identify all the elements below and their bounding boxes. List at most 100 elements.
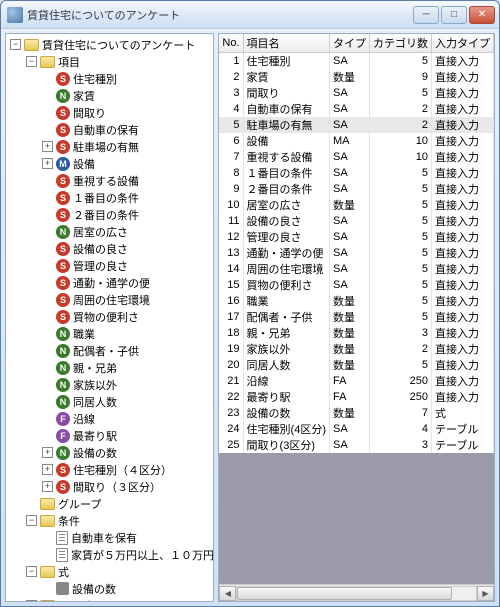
item-13[interactable]: S周囲の住宅環境 [40, 291, 213, 308]
table-row[interactable]: 19家族以外数量2直接入力 [219, 341, 493, 357]
table-cell[interactable]: 8 [219, 165, 243, 181]
item-13-label[interactable]: 周囲の住宅環境 [73, 292, 150, 308]
titlebar[interactable]: 賃貸住宅についてのアンケート ─ □ ✕ [1, 1, 499, 29]
table-cell[interactable]: 22 [219, 389, 243, 405]
group-expr[interactable]: −式 [24, 563, 213, 580]
item-15-label[interactable]: 職業 [73, 326, 95, 342]
cond-item-0[interactable]: 自動車を保有 [40, 529, 213, 546]
close-button[interactable]: ✕ [469, 6, 495, 24]
table-cell[interactable]: 3 [370, 437, 432, 453]
table-cell[interactable]: 5 [370, 261, 432, 277]
table-cell[interactable]: 配偶者・子供 [243, 309, 329, 325]
scroll-thumb[interactable] [237, 587, 452, 600]
item-22-label[interactable]: 設備の数 [73, 445, 117, 461]
table-cell[interactable]: 数量 [330, 341, 370, 357]
table-cell[interactable]: 5 [219, 117, 243, 133]
item-3-label[interactable]: 自動車の保有 [73, 122, 139, 138]
table-cell[interactable]: SA [330, 117, 370, 133]
item-6-label[interactable]: 重視する設備 [73, 173, 139, 189]
toggle-icon[interactable]: − [26, 56, 37, 67]
group-items[interactable]: −項目 [24, 53, 213, 70]
item-20-label[interactable]: 沿線 [73, 411, 95, 427]
table-row[interactable]: 4自動車の保有SA2直接入力 [219, 101, 493, 117]
item-8-label[interactable]: ２番目の条件 [73, 207, 139, 223]
group-table[interactable]: −テーブル [24, 597, 213, 602]
minimize-button[interactable]: ─ [413, 6, 439, 24]
table-row[interactable]: 2家賃数量9直接入力 [219, 69, 493, 85]
table-row[interactable]: 18親・兄弟数量3直接入力 [219, 325, 493, 341]
table-cell[interactable]: 2 [370, 341, 432, 357]
table-cell[interactable]: 7 [219, 149, 243, 165]
table-cell[interactable]: 3 [219, 85, 243, 101]
table-cell[interactable]: 5 [370, 277, 432, 293]
item-1-label[interactable]: 家賃 [73, 88, 95, 104]
table-cell[interactable]: SA [330, 229, 370, 245]
table-cell[interactable]: 直接入力 [432, 373, 494, 389]
col-input[interactable]: 入力タイプ [432, 34, 494, 53]
col-type[interactable]: タイプ [330, 34, 370, 53]
table-row[interactable]: 6設備MA10直接入力 [219, 133, 493, 149]
table-cell[interactable]: 直接入力 [432, 325, 494, 341]
table-row[interactable]: 5駐車場の有無SA2直接入力 [219, 117, 493, 133]
item-24[interactable]: +S間取り（３区分） [40, 478, 213, 495]
group-table-label[interactable]: テーブル [58, 598, 101, 603]
table-cell[interactable]: 2 [219, 69, 243, 85]
table-cell[interactable]: 設備の数 [243, 405, 329, 421]
toggle-icon[interactable]: − [10, 39, 21, 50]
toggle-icon[interactable]: − [26, 566, 37, 577]
table-row[interactable]: 13通勤・通学の便SA5直接入力 [219, 245, 493, 261]
table-cell[interactable]: 親・兄弟 [243, 325, 329, 341]
table-cell[interactable]: 直接入力 [432, 309, 494, 325]
table-cell[interactable]: 住宅種別(4区分) [243, 421, 329, 437]
table-cell[interactable]: 直接入力 [432, 165, 494, 181]
toggle-icon[interactable]: + [42, 447, 53, 458]
table-cell[interactable]: １番目の条件 [243, 165, 329, 181]
table-cell[interactable]: 通勤・通学の便 [243, 245, 329, 261]
table-cell[interactable]: テーブル [432, 421, 494, 437]
table-cell[interactable]: 直接入力 [432, 101, 494, 117]
table-cell[interactable]: 直接入力 [432, 245, 494, 261]
group-group-label[interactable]: グループ [58, 496, 101, 512]
table-cell[interactable]: 14 [219, 261, 243, 277]
table-cell[interactable]: 数量 [330, 325, 370, 341]
table-cell[interactable]: 直接入力 [432, 53, 494, 70]
table-row[interactable]: 23設備の数数量7式 [219, 405, 493, 421]
item-10-label[interactable]: 設備の良さ [73, 241, 128, 257]
table-cell[interactable]: 家賃 [243, 69, 329, 85]
item-10[interactable]: S設備の良さ [40, 240, 213, 257]
table-cell[interactable]: 20 [219, 357, 243, 373]
table-cell[interactable]: 数量 [330, 357, 370, 373]
item-5[interactable]: +M設備 [40, 155, 213, 172]
item-9-label[interactable]: 居室の広さ [73, 224, 128, 240]
item-20[interactable]: F沿線 [40, 410, 213, 427]
table-cell[interactable]: SA [330, 261, 370, 277]
item-16[interactable]: N配偶者・子供 [40, 342, 213, 359]
item-23[interactable]: +S住宅種別（４区分） [40, 461, 213, 478]
table-row[interactable]: 17配偶者・子供数量5直接入力 [219, 309, 493, 325]
table-row[interactable]: 14周囲の住宅環境SA5直接入力 [219, 261, 493, 277]
table-cell[interactable]: 直接入力 [432, 357, 494, 373]
table-cell[interactable]: SA [330, 149, 370, 165]
item-4-label[interactable]: 駐車場の有無 [73, 139, 139, 155]
item-19[interactable]: N同居人数 [40, 393, 213, 410]
item-19-label[interactable]: 同居人数 [73, 394, 117, 410]
table-cell[interactable]: 5 [370, 197, 432, 213]
table-cell[interactable]: 直接入力 [432, 69, 494, 85]
item-0[interactable]: S住宅種別 [40, 70, 213, 87]
table-row[interactable]: 3間取りSA5直接入力 [219, 85, 493, 101]
item-2[interactable]: S間取り [40, 104, 213, 121]
table-cell[interactable]: 4 [219, 101, 243, 117]
table-cell[interactable]: 5 [370, 181, 432, 197]
toggle-icon[interactable]: + [42, 464, 53, 475]
table-cell[interactable]: MA [330, 133, 370, 149]
table-cell[interactable]: 13 [219, 245, 243, 261]
item-0-label[interactable]: 住宅種別 [73, 71, 117, 87]
table-cell[interactable]: 12 [219, 229, 243, 245]
item-23-label[interactable]: 住宅種別（４区分） [73, 462, 172, 478]
table-cell[interactable]: 6 [219, 133, 243, 149]
table-cell[interactable]: 2 [370, 101, 432, 117]
toggle-icon[interactable]: − [26, 515, 37, 526]
group-cond-label[interactable]: 条件 [58, 513, 80, 529]
table-cell[interactable]: 10 [370, 133, 432, 149]
table-cell[interactable]: 直接入力 [432, 261, 494, 277]
